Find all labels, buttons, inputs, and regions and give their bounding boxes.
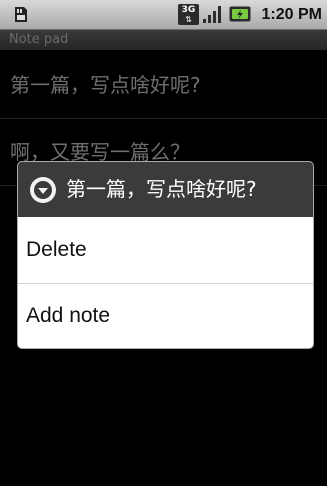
dialog-title: 第一篇，写点啥好呢? xyxy=(66,177,257,201)
screen: 3G ⇅ 1:20 PM Note pad 第一篇，写点啥好呢? 啊，又要写一篇… xyxy=(0,0,327,486)
signal-bars-icon xyxy=(203,6,221,23)
sd-card-icon xyxy=(15,7,27,22)
delete-label: Delete xyxy=(26,238,87,261)
status-bar: 3G ⇅ 1:20 PM xyxy=(0,0,327,30)
context-menu-dialog: 第一篇，写点啥好呢? Delete Add note xyxy=(17,161,314,349)
add-note-menu-item[interactable]: Add note xyxy=(18,284,313,348)
dialog-header: 第一篇，写点啥好呢? xyxy=(18,162,313,217)
title-bar: Note pad xyxy=(0,30,327,50)
network-3g-icon: 3G ⇅ xyxy=(178,4,199,25)
add-note-label: Add note xyxy=(26,304,111,327)
note-list-item[interactable]: 第一篇，写点啥好呢? xyxy=(0,52,327,119)
chevron-down-circle-icon xyxy=(30,177,56,203)
battery-charging-icon xyxy=(229,6,251,22)
status-time: 1:20 PM xyxy=(261,6,322,23)
network-label: 3G xyxy=(181,5,196,15)
note-title: 第一篇，写点啥好呢? xyxy=(10,73,201,97)
app-title: Note pad xyxy=(9,32,69,47)
delete-menu-item[interactable]: Delete xyxy=(18,218,313,284)
network-arrows: ⇅ xyxy=(185,15,192,24)
